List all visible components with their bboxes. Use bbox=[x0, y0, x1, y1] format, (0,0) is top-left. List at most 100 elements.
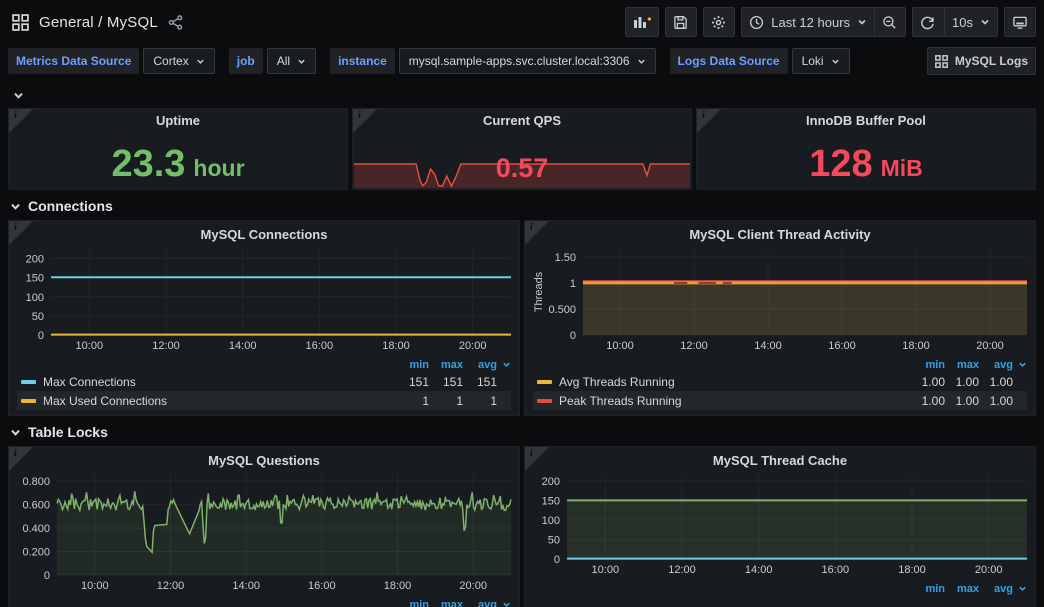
refresh-interval-dropdown[interactable]: 10s bbox=[944, 7, 998, 37]
panel-info-icon[interactable]: i bbox=[525, 221, 549, 245]
save-dashboard-button[interactable] bbox=[665, 7, 697, 37]
legend-sort-max[interactable]: max bbox=[945, 583, 979, 595]
stat-row: i Uptime 23.3 hour i Current QPS 0.57 i … bbox=[0, 108, 1044, 190]
variable-value-dropdown[interactable]: mysql.sample-apps.svc.cluster.local:3306 bbox=[399, 48, 656, 74]
refresh-button[interactable] bbox=[912, 7, 944, 37]
chevron-down-icon bbox=[831, 57, 840, 66]
chart-canvas[interactable]: 10:0012:0014:0016:0018:0020:000501001502… bbox=[533, 473, 1027, 575]
panel-title[interactable]: MySQL Connections bbox=[17, 223, 511, 247]
chevron-down-icon bbox=[497, 360, 511, 369]
panel-info-icon[interactable]: i bbox=[9, 109, 33, 133]
legend-sort-min[interactable]: min bbox=[395, 359, 429, 371]
panel-info-icon[interactable]: i bbox=[525, 447, 549, 471]
dashboard-settings-button[interactable] bbox=[703, 7, 735, 37]
add-panel-button[interactable] bbox=[625, 7, 659, 37]
x-axis-tick-label: 20:00 bbox=[976, 340, 1004, 351]
variable-value-dropdown[interactable]: All bbox=[267, 48, 316, 74]
section-row-connections[interactable]: Connections bbox=[0, 190, 1044, 220]
legend-series-swatch[interactable] bbox=[537, 380, 552, 384]
legend-sort-min[interactable]: min bbox=[395, 599, 429, 607]
legend-sort-max[interactable]: max bbox=[429, 599, 463, 607]
legend-sort-max[interactable]: max bbox=[429, 359, 463, 371]
chevron-down-icon bbox=[297, 57, 306, 66]
chart-canvas[interactable]: 10:0012:0014:0016:0018:0020:0000.50011.5… bbox=[533, 247, 1027, 351]
legend-sort-avg[interactable]: avg bbox=[979, 583, 1013, 595]
y-axis-tick-label: 0 bbox=[38, 330, 44, 342]
legend-series-swatch[interactable] bbox=[21, 380, 36, 384]
legend-series-swatch[interactable] bbox=[537, 399, 552, 403]
legend-value-min: 1 bbox=[395, 394, 429, 408]
chevron-down-icon bbox=[637, 57, 646, 66]
y-axis-tick-label: 0 bbox=[44, 570, 50, 582]
y-axis-tick-label: 200 bbox=[26, 254, 44, 266]
chart-canvas[interactable]: 10:0012:0014:0016:0018:0020:000501001502… bbox=[17, 247, 511, 351]
y-axis-tick-label: 50 bbox=[548, 534, 560, 546]
panel-title[interactable]: Uptime bbox=[9, 109, 347, 133]
kiosk-mode-button[interactable] bbox=[1004, 7, 1036, 37]
chart-plot[interactable]: 10:0012:0014:0016:0018:0020:0000.50011.5… bbox=[533, 247, 1029, 351]
legend-series-label[interactable]: Avg Threads Running bbox=[559, 375, 675, 389]
panel-info-icon[interactable]: i bbox=[9, 447, 33, 471]
chart-canvas[interactable]: 10:0012:0014:0016:0018:0020:0000.2000.40… bbox=[17, 473, 511, 591]
share-icon[interactable] bbox=[168, 15, 183, 30]
series-fill bbox=[567, 500, 1027, 559]
chevron-down-icon bbox=[980, 17, 990, 27]
stat-value: 0.57 bbox=[353, 147, 691, 189]
legend-series-label[interactable]: Max Used Connections bbox=[43, 394, 167, 408]
variable-instance: instance mysql.sample-apps.svc.cluster.l… bbox=[330, 48, 655, 74]
panel-info-icon[interactable]: i bbox=[353, 109, 377, 133]
stat-number: 23.3 bbox=[111, 145, 185, 183]
legend-value-max: 1.00 bbox=[945, 394, 979, 408]
time-range-picker[interactable]: Last 12 hours bbox=[741, 7, 874, 37]
legend-sort-avg[interactable]: avg bbox=[463, 599, 497, 607]
variable-value-dropdown[interactable]: Cortex bbox=[143, 48, 214, 74]
x-axis-tick-label: 10:00 bbox=[592, 564, 620, 575]
panel-title[interactable]: InnoDB Buffer Pool bbox=[697, 109, 1035, 133]
y-axis-tick-label: 100 bbox=[542, 515, 560, 527]
panel-title[interactable]: MySQL Questions bbox=[17, 449, 511, 473]
x-axis-tick-label: 12:00 bbox=[157, 580, 185, 591]
chart-plot[interactable]: 10:0012:0014:0016:0018:0020:000501001502… bbox=[533, 473, 1029, 575]
legend: minmaxavg bbox=[17, 597, 511, 607]
x-axis-tick-label: 18:00 bbox=[384, 580, 412, 591]
mysql-logs-button[interactable]: MySQL Logs bbox=[927, 47, 1036, 75]
y-axis-tick-label: 100 bbox=[26, 292, 44, 304]
legend-series-label[interactable]: Max Connections bbox=[43, 375, 136, 389]
legend-sort-min[interactable]: min bbox=[911, 583, 945, 595]
legend-sort-max[interactable]: max bbox=[945, 359, 979, 371]
x-axis-tick-label: 12:00 bbox=[668, 564, 696, 575]
stat-number: 0.57 bbox=[496, 153, 549, 184]
y-axis-tick-label: 150 bbox=[26, 273, 44, 285]
legend-header-row: minmaxavg bbox=[533, 357, 1027, 372]
grid-icon bbox=[935, 55, 948, 68]
legend-sort-min[interactable]: min bbox=[911, 359, 945, 371]
legend-series-swatch[interactable] bbox=[21, 399, 36, 403]
panel-info-icon[interactable]: i bbox=[9, 221, 33, 245]
panel-title[interactable]: MySQL Client Thread Activity bbox=[533, 223, 1027, 247]
legend-value-min: 151 bbox=[395, 375, 429, 389]
graph-panel-mysql-client-thread-activity: i MySQL Client Thread Activity 10:0012:0… bbox=[524, 220, 1036, 416]
x-axis-tick-label: 12:00 bbox=[152, 340, 180, 351]
chevron-down-icon bbox=[497, 600, 511, 607]
x-axis-tick-label: 16:00 bbox=[306, 340, 334, 351]
x-axis-tick-label: 20:00 bbox=[975, 564, 1003, 575]
x-axis-tick-label: 20:00 bbox=[459, 580, 487, 591]
panel-title[interactable]: MySQL Thread Cache bbox=[533, 449, 1027, 473]
y-axis-tick-label: 200 bbox=[542, 476, 560, 488]
legend-series-label[interactable]: Peak Threads Running bbox=[559, 394, 682, 408]
breadcrumb[interactable]: General / MySQL bbox=[39, 14, 158, 31]
x-axis-tick-label: 14:00 bbox=[754, 340, 782, 351]
panel-info-icon[interactable]: i bbox=[697, 109, 721, 133]
panel-title[interactable]: Current QPS bbox=[353, 109, 691, 133]
section-row-table-locks[interactable]: Table Locks bbox=[0, 416, 1044, 446]
legend-value-avg: 1 bbox=[463, 394, 497, 408]
row-collapse-toggle[interactable] bbox=[0, 86, 1044, 104]
zoom-out-button[interactable] bbox=[874, 7, 906, 37]
legend-sort-avg[interactable]: avg bbox=[979, 359, 1013, 371]
variable-value-dropdown[interactable]: Loki bbox=[792, 48, 850, 74]
chart-plot[interactable]: 10:0012:0014:0016:0018:0020:000501001502… bbox=[17, 247, 513, 351]
chart-plot[interactable]: 10:0012:0014:0016:0018:0020:0000.2000.40… bbox=[17, 473, 513, 591]
legend-sort-avg[interactable]: avg bbox=[463, 359, 497, 371]
dashboards-grid-icon[interactable] bbox=[12, 14, 29, 31]
monitor-icon bbox=[1012, 15, 1028, 30]
